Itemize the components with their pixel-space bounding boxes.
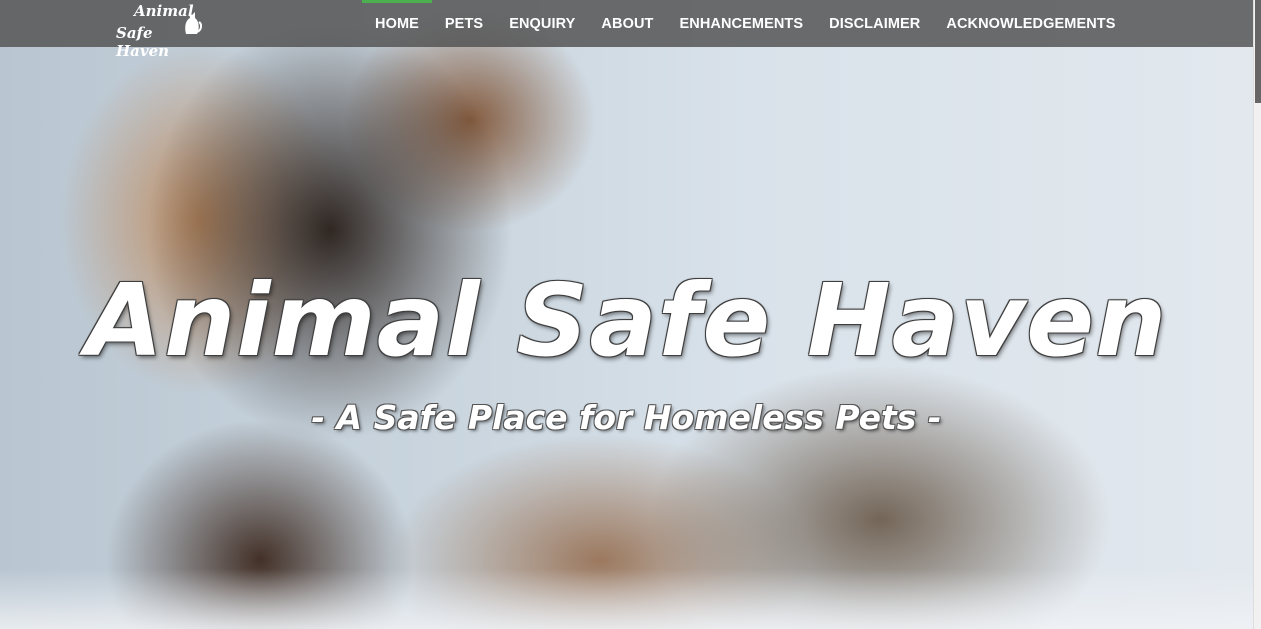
nav-acknowledgements[interactable]: ACKNOWLEDGEMENTS — [933, 0, 1128, 47]
nav-disclaimer[interactable]: DISCLAIMER — [816, 0, 933, 47]
nav-enhancements[interactable]: ENHANCEMENTS — [666, 0, 816, 47]
main-nav: HOME PETS ENQUIRY ABOUT ENHANCEMENTS DIS… — [362, 0, 1129, 47]
scrollbar-thumb[interactable] — [1255, 0, 1261, 103]
page: Animal Safe Haven HOME PETS ENQUIRY ABOU… — [0, 0, 1253, 629]
cat-icon — [185, 12, 202, 34]
hero-subtitle: - A Safe Place for Homeless Pets - — [311, 398, 942, 437]
nav-enquiry[interactable]: ENQUIRY — [496, 0, 588, 47]
nav-pets[interactable]: PETS — [432, 0, 496, 47]
page-scrollbar[interactable] — [1253, 0, 1261, 629]
hero-title: Animal Safe Haven — [85, 262, 1168, 379]
navbar: Animal Safe Haven HOME PETS ENQUIRY ABOU… — [0, 0, 1253, 60]
nav-home[interactable]: HOME — [362, 0, 432, 47]
logo[interactable]: Animal Safe Haven — [116, 2, 206, 60]
nav-about[interactable]: ABOUT — [588, 0, 666, 47]
